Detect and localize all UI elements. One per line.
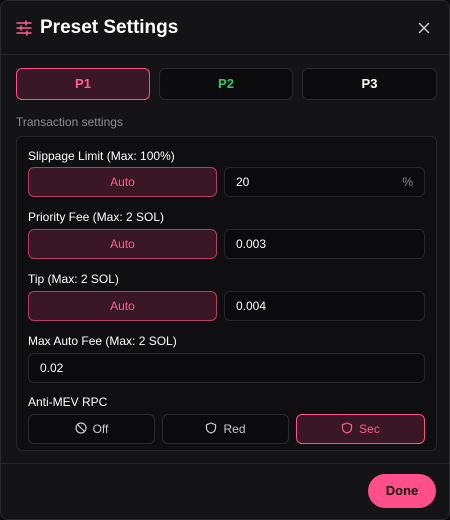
tab-p3[interactable]: P3	[302, 68, 437, 100]
preset-settings-modal: Preset Settings P1 P2 P3 Transaction set…	[0, 0, 450, 520]
ban-icon	[74, 421, 87, 437]
max-auto-fee-input[interactable]: 0.02	[28, 353, 425, 383]
shield-icon	[341, 421, 353, 437]
anti-mev-sec-label: Sec	[359, 422, 380, 436]
anti-mev-sec-button[interactable]: Sec	[296, 414, 425, 444]
tip-auto-button[interactable]: Auto	[28, 291, 217, 321]
priority-fee-value: 0.003	[236, 237, 267, 251]
tip-value: 0.004	[236, 299, 267, 313]
modal-header: Preset Settings	[1, 1, 449, 55]
modal-title: Preset Settings	[40, 17, 179, 38]
anti-mev-red-label: Red	[223, 422, 246, 436]
slippage-label: Slippage Limit (Max: 100%)	[28, 149, 175, 163]
priority-fee-label: Priority Fee (Max: 2 SOL)	[28, 210, 165, 224]
anti-mev-off-label: Off	[92, 422, 109, 436]
slippage-input[interactable]: 20 %	[224, 167, 425, 197]
preset-tabs: P1 P2 P3	[16, 68, 437, 100]
close-icon[interactable]	[416, 20, 432, 36]
slippage-value: 20	[236, 175, 250, 189]
tip-input[interactable]: 0.004	[224, 291, 425, 321]
tip-label: Tip (Max: 2 SOL)	[28, 272, 119, 286]
tab-p2[interactable]: P2	[159, 68, 293, 100]
tab-p1[interactable]: P1	[16, 68, 150, 100]
done-button[interactable]: Done	[368, 474, 436, 508]
max-auto-fee-value: 0.02	[40, 361, 64, 375]
section-label: Transaction settings	[16, 115, 123, 129]
anti-mev-off-button[interactable]: Off	[28, 414, 155, 444]
footer-divider	[1, 463, 449, 464]
anti-mev-red-button[interactable]: Red	[162, 414, 289, 444]
sliders-icon	[16, 20, 32, 36]
slippage-unit: %	[402, 175, 413, 189]
max-auto-fee-label: Max Auto Fee (Max: 2 SOL)	[28, 334, 177, 348]
priority-fee-auto-button[interactable]: Auto	[28, 229, 217, 259]
transaction-settings-panel: Slippage Limit (Max: 100%) Auto 20 % Pri…	[16, 136, 437, 451]
slippage-auto-button[interactable]: Auto	[28, 167, 217, 197]
shield-icon	[205, 421, 217, 437]
priority-fee-input[interactable]: 0.003	[224, 229, 425, 259]
anti-mev-label: Anti-MEV RPC	[28, 395, 108, 409]
